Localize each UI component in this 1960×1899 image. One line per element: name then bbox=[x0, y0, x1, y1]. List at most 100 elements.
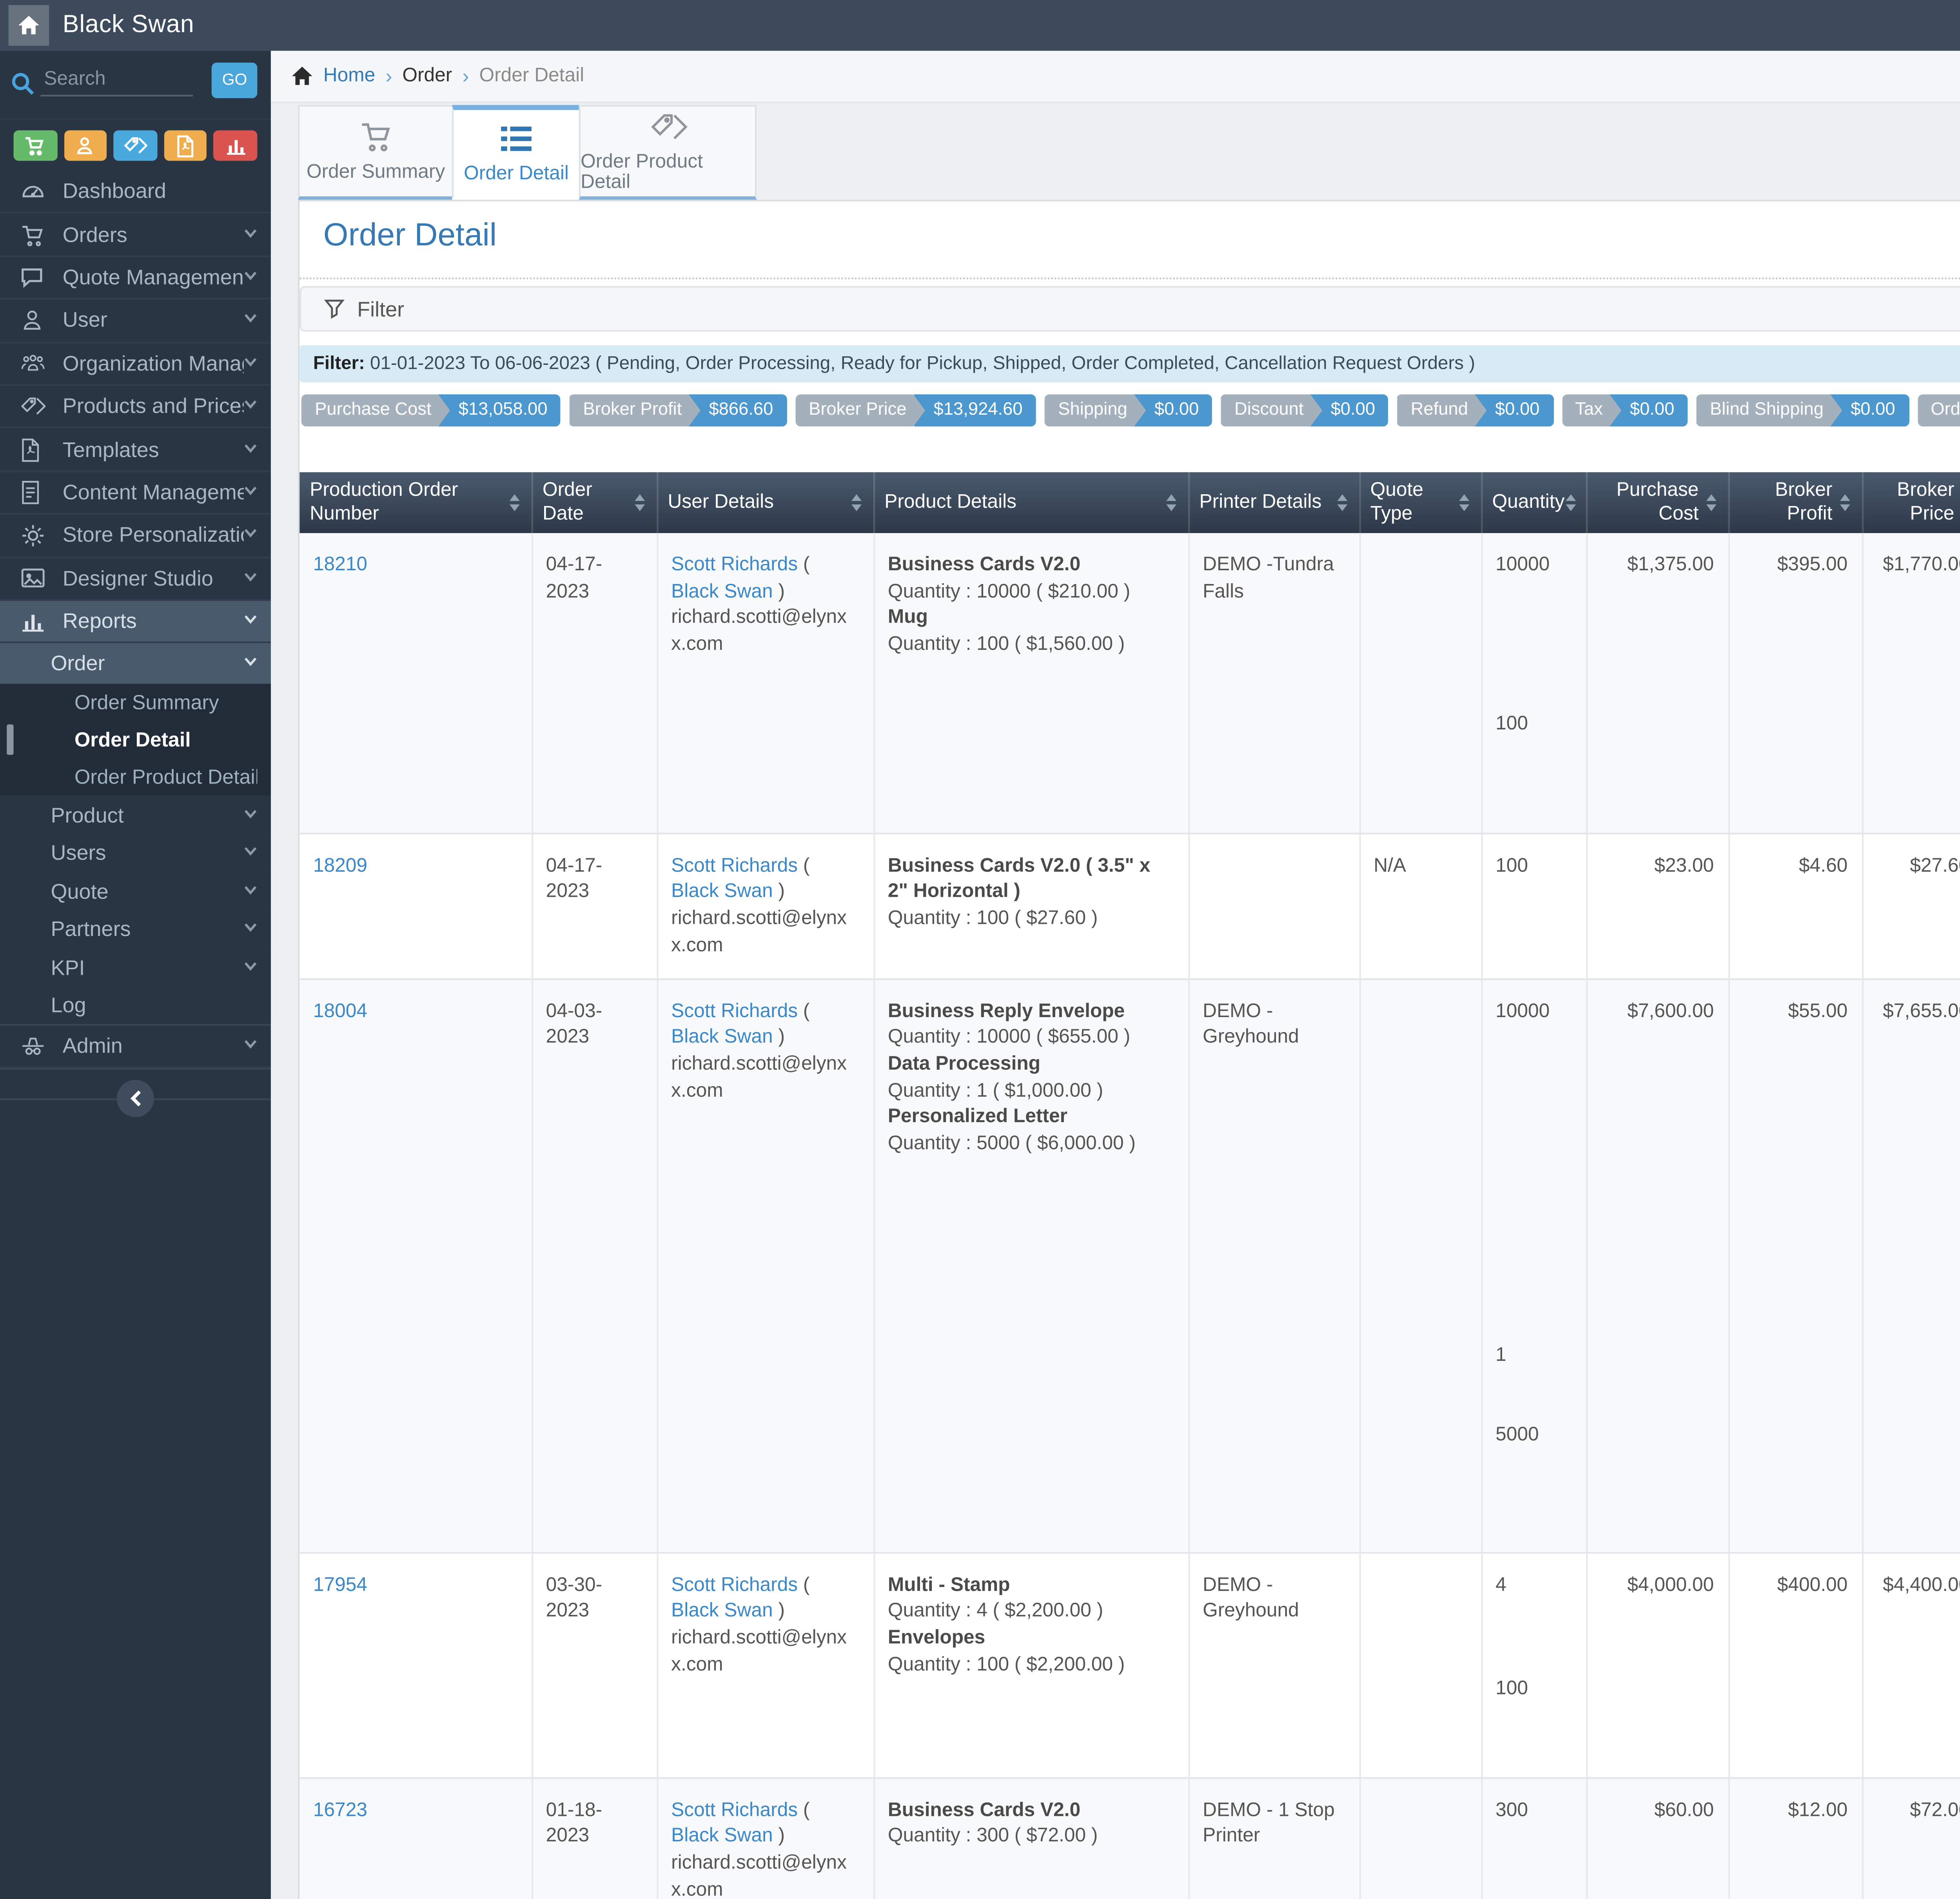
home-icon-button[interactable] bbox=[8, 5, 49, 46]
order-number-link[interactable]: 16723 bbox=[313, 1800, 367, 1820]
sidebar-item-store-personalization[interactable]: Store Personalization bbox=[0, 515, 271, 558]
product-name: Multi - Stamp bbox=[887, 1575, 1010, 1595]
badge-discount: Discount $0.00 bbox=[1221, 394, 1389, 427]
quantity-value: 5000 bbox=[1495, 1425, 1539, 1446]
order-date: 04-03-2023 bbox=[546, 1001, 603, 1048]
sidebar-item-order-product-detail[interactable]: Order Product Detail bbox=[0, 758, 271, 796]
user-name-link[interactable]: Scott Richards bbox=[671, 555, 798, 575]
gear-icon bbox=[20, 523, 46, 548]
sidebar-item-reports-users[interactable]: Users bbox=[0, 834, 271, 872]
user-icon bbox=[75, 135, 96, 156]
purchase-cost: $7,600.00 bbox=[1586, 978, 1730, 1553]
tab-order-detail[interactable]: Order Detail bbox=[452, 105, 581, 200]
sidebar-item-user[interactable]: User bbox=[0, 300, 271, 343]
quick-products-button[interactable] bbox=[114, 130, 157, 161]
broker-price: $1,770.00 bbox=[1862, 533, 1960, 834]
sidebar-item-templates[interactable]: Templates bbox=[0, 429, 271, 472]
table-row: 17954 03-30-2023 Scott Richards ( Black … bbox=[299, 1552, 1960, 1778]
sidebar-item-quote-management[interactable]: Quote Management bbox=[0, 257, 271, 300]
page-title: Order Detail bbox=[323, 218, 497, 254]
sidebar-item-content-management[interactable]: Content Management bbox=[0, 472, 271, 515]
table-row: 16723 01-18-2023 Scott Richards ( Black … bbox=[299, 1777, 1960, 1899]
product-quantity: Quantity : 300 ( $72.00 ) bbox=[887, 1826, 1098, 1847]
badge-shipping: Shipping $0.00 bbox=[1045, 394, 1212, 427]
search-input[interactable] bbox=[40, 64, 193, 97]
table-row: 18004 04-03-2023 Scott Richards ( Black … bbox=[299, 978, 1960, 1553]
sidebar-item-order-detail[interactable]: Order Detail bbox=[0, 721, 271, 759]
chevron-down-icon bbox=[244, 657, 258, 671]
col-quantity[interactable]: Quantity bbox=[1481, 472, 1587, 533]
order-number-link[interactable]: 18004 bbox=[313, 1001, 367, 1021]
chevron-left-icon bbox=[129, 1090, 141, 1107]
sidebar-item-orders[interactable]: Orders bbox=[0, 214, 271, 257]
printer-details: DEMO -Tundra Falls bbox=[1203, 555, 1334, 602]
col-user-details[interactable]: User Details bbox=[657, 472, 875, 533]
user-name-link[interactable]: Scott Richards bbox=[671, 1800, 798, 1820]
user-icon bbox=[20, 308, 46, 333]
pdf-file-icon bbox=[176, 134, 195, 157]
chevron-down-icon bbox=[244, 357, 258, 370]
org-link[interactable]: Black Swan bbox=[671, 882, 773, 903]
sidebar-item-order-summary[interactable]: Order Summary bbox=[0, 684, 271, 722]
order-number-link[interactable]: 18209 bbox=[313, 856, 367, 876]
sidebar-item-dashboard[interactable]: Dashboard bbox=[0, 171, 271, 214]
col-purchase-cost[interactable]: Purchase Cost bbox=[1586, 472, 1730, 533]
sidebar-item-reports-log[interactable]: Log bbox=[0, 986, 271, 1025]
sidebar-item-admin[interactable]: Admin bbox=[0, 1024, 271, 1069]
filter-toggle[interactable]: Filter bbox=[299, 286, 1960, 332]
speech-bubble-icon bbox=[20, 265, 46, 290]
col-printer-details[interactable]: Printer Details bbox=[1188, 472, 1360, 533]
order-number-link[interactable]: 17954 bbox=[313, 1575, 367, 1595]
product-name: Business Cards V2.0 bbox=[887, 1800, 1081, 1821]
app-window: Black Swan ? 570 Welcome, bbox=[0, 0, 1960, 1899]
col-broker-price[interactable]: Broker Price bbox=[1862, 472, 1960, 533]
org-link[interactable]: Black Swan bbox=[671, 1602, 773, 1622]
tab-order-summary[interactable]: Order Summary bbox=[298, 105, 454, 200]
col-quote-type[interactable]: Quote Type bbox=[1359, 472, 1482, 533]
org-link[interactable]: Black Swan bbox=[671, 582, 773, 602]
product-quantity: Quantity : 100 ( $27.60 ) bbox=[887, 909, 1098, 929]
sidebar-item-reports-product[interactable]: Product bbox=[0, 796, 271, 834]
sidebar-collapse-button[interactable] bbox=[116, 1080, 154, 1118]
purchase-cost: $4,000.00 bbox=[1586, 1552, 1730, 1778]
quick-templates-button[interactable] bbox=[163, 130, 207, 161]
sidebar-item-organization-management[interactable]: Organization Management bbox=[0, 343, 271, 386]
org-link[interactable]: Black Swan bbox=[671, 1028, 773, 1048]
sidebar-item-products-and-prices[interactable]: Products and Prices bbox=[0, 386, 271, 429]
badge-broker-price: Broker Price $13,924.60 bbox=[795, 394, 1036, 427]
dashboard-icon bbox=[20, 179, 46, 204]
sidebar-item-designer-studio[interactable]: Designer Studio bbox=[0, 558, 271, 601]
order-date: 03-30-2023 bbox=[546, 1575, 603, 1622]
org-link[interactable]: Black Swan bbox=[671, 1826, 773, 1847]
breadcrumb-home-link[interactable]: Home bbox=[323, 66, 376, 86]
tags-icon bbox=[649, 111, 687, 141]
user-name-link[interactable]: Scott Richards bbox=[671, 1001, 798, 1021]
main-content: Home › Order › Order Detail Login As : B… bbox=[270, 51, 1960, 1899]
quantity-value: 100 bbox=[1495, 713, 1528, 734]
col-production-order-number[interactable]: Production Order Number bbox=[299, 472, 533, 533]
user-name-link[interactable]: Scott Richards bbox=[671, 856, 798, 876]
sidebar-item-reports[interactable]: Reports bbox=[0, 600, 271, 644]
sidebar-item-reports-order[interactable]: Order bbox=[0, 644, 271, 684]
top-bar: Black Swan ? 570 Welcome, bbox=[0, 0, 1960, 51]
order-number-link[interactable]: 18210 bbox=[313, 555, 367, 575]
filter-label: Filter bbox=[357, 297, 405, 321]
sidebar-item-reports-quote[interactable]: Quote bbox=[0, 872, 271, 911]
badge-refund: Refund $0.00 bbox=[1397, 394, 1553, 427]
quick-reports-button[interactable] bbox=[214, 130, 258, 161]
col-order-date[interactable]: Order Date bbox=[531, 472, 658, 533]
chevron-down-icon bbox=[244, 314, 258, 327]
col-broker-profit[interactable]: Broker Profit bbox=[1728, 472, 1863, 533]
cart-icon bbox=[20, 222, 46, 247]
tab-order-product-detail[interactable]: Order Product Detail bbox=[579, 105, 757, 200]
order-date: 04-17-2023 bbox=[546, 555, 603, 602]
col-product-details[interactable]: Product Details bbox=[873, 472, 1189, 533]
quick-user-button[interactable] bbox=[64, 130, 107, 161]
search-go-button[interactable]: GO bbox=[212, 62, 258, 98]
user-name-link[interactable]: Scott Richards bbox=[671, 1575, 798, 1595]
printer-details: DEMO - 1 Stop Printer bbox=[1203, 1800, 1335, 1847]
pdf-file-icon bbox=[20, 437, 46, 462]
sidebar-item-reports-kpi[interactable]: KPI bbox=[0, 948, 271, 987]
sidebar-item-reports-partners[interactable]: Partners bbox=[0, 910, 271, 949]
quick-orders-button[interactable] bbox=[13, 130, 57, 161]
